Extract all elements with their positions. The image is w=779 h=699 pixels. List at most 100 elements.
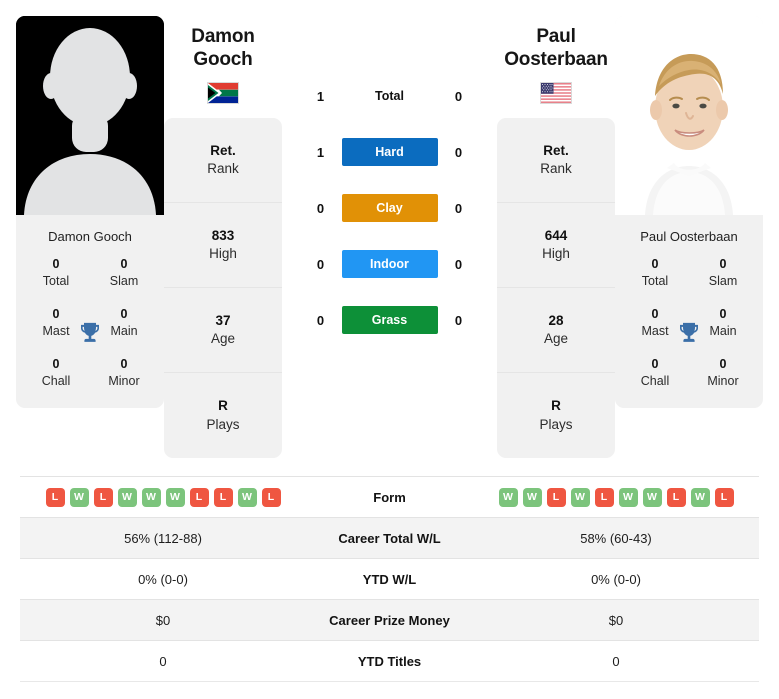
title-stat-label: Main <box>709 324 737 339</box>
surface-badge-grass[interactable]: Grass <box>341 306 438 334</box>
title-stat-value: 0 <box>120 306 128 321</box>
right-player-card[interactable]: Paul Oosterbaan 0 Total 0 Slam 0 Mast 0 … <box>615 16 763 408</box>
title-stat-value: 0 <box>120 256 128 271</box>
title-stat-slam: 0 Slam <box>90 255 158 289</box>
head-to-head-stats-table: LWLWWWLLWL Form WWLWLWWLWL 56% (112-88) … <box>20 476 759 682</box>
left-surface-wins: 1 <box>316 144 325 160</box>
form-badge-win: W <box>570 487 590 507</box>
title-stat-label: Minor <box>707 374 739 389</box>
left-value: 56% (112-88) <box>20 517 306 559</box>
title-stat-value: 0 <box>651 306 659 321</box>
right-form-cell: WWLWLWWLWL <box>473 476 759 518</box>
title-stat-value: 0 <box>651 256 659 271</box>
surface-badge-indoor[interactable]: Indoor <box>341 250 438 278</box>
form-badge-win: W <box>69 487 89 507</box>
right-surface-wins: 0 <box>454 200 463 216</box>
right-surface-wins: 0 <box>454 88 463 104</box>
title-stat-label: Mast <box>641 324 669 339</box>
surface-badge-hard-wrap: Hard <box>341 138 438 166</box>
title-stat-value: 0 <box>719 357 727 372</box>
left-form-cell: LWLWWWLLWL <box>20 476 306 518</box>
form-badge-loss: L <box>213 487 233 507</box>
left-surface-wins: 0 <box>316 200 325 216</box>
title-stat-mast: 0 Mast <box>621 305 689 339</box>
left-player-card[interactable]: Damon Gooch 0 Total 0 Slam 0 Mast 0 Main <box>16 16 164 408</box>
surface-badge-clay-wrap: Clay <box>341 194 438 222</box>
title-stat-slam: 0 Slam <box>689 255 757 289</box>
left-value: 0% (0-0) <box>20 558 306 600</box>
left-player-first-name: Damon <box>191 26 255 47</box>
surface-row-indoor: 0 Indoor 0 <box>282 236 497 292</box>
left-player-summary-column: Damon Gooch Ret. Rank 833 High 37 Age R … <box>164 16 282 458</box>
left-value: $0 <box>20 599 306 641</box>
form-badge-win: W <box>498 487 518 507</box>
left-player-name: Damon Gooch <box>164 26 282 72</box>
form-badge-win: W <box>690 487 710 507</box>
title-stat-chall: 0 Chall <box>621 355 689 389</box>
stat-label: High <box>542 246 570 262</box>
stat-label: High <box>209 246 237 262</box>
title-stat-value: 0 <box>52 256 60 271</box>
stat-value: 37 <box>215 312 231 328</box>
title-stat-label: Chall <box>41 374 71 389</box>
right-player-name: Paul Oosterbaan <box>497 26 615 72</box>
surface-badge-clay[interactable]: Clay <box>341 194 438 222</box>
title-stat-total: 0 Total <box>621 255 689 289</box>
title-stat-value: 0 <box>52 306 60 321</box>
stat-value: 28 <box>548 312 564 328</box>
form-badge-win: W <box>165 487 185 507</box>
title-stat-label: Chall <box>640 374 670 389</box>
title-stat-minor: 0 Minor <box>689 355 757 389</box>
right-player-last-name: Oosterbaan <box>504 48 608 70</box>
stat-rank: Ret. Rank <box>497 118 615 203</box>
left-surface-wins: 0 <box>316 256 325 272</box>
right-value: 0% (0-0) <box>473 558 759 600</box>
stat-label: Rank <box>207 161 239 177</box>
title-stat-label: Total <box>42 273 70 288</box>
right-form-badges: WWLWLWWLWL <box>474 487 758 507</box>
form-badge-win: W <box>522 487 542 507</box>
surface-badge-hard[interactable]: Hard <box>341 138 438 166</box>
stat-value: R <box>551 398 561 414</box>
form-badge-win: W <box>141 487 161 507</box>
form-badge-loss: L <box>189 487 209 507</box>
table-row-label: Career Total W/L <box>306 517 473 559</box>
comparison-header: Damon Gooch 0 Total 0 Slam 0 Mast 0 Main <box>0 0 779 472</box>
title-stat-value: 0 <box>120 357 128 372</box>
stat-value: 833 <box>211 227 235 243</box>
form-badge-loss: L <box>666 487 686 507</box>
table-row-label: Form <box>306 476 473 518</box>
left-surface-wins: 1 <box>316 88 325 104</box>
flag-south-africa-icon <box>207 81 239 104</box>
title-stat-mast: 0 Mast <box>22 305 90 339</box>
form-badge-win: W <box>642 487 662 507</box>
table-row-label: YTD Titles <box>306 640 473 682</box>
table-row-label: Career Prize Money <box>306 599 473 641</box>
title-stat-label: Minor <box>108 374 140 389</box>
stat-plays: R Plays <box>497 373 615 458</box>
right-player-stat-stack: Ret. Rank 644 High 28 Age R Plays <box>497 117 615 458</box>
title-stat-label: Slam <box>109 273 139 288</box>
table-row-form: LWLWWWLLWL Form WWLWLWWLWL <box>20 476 759 518</box>
right-value: 0 <box>473 640 759 682</box>
right-player-summary-column: Paul Oosterbaan Ret. Rank 644 High 28 Ag… <box>497 16 615 458</box>
right-player-photo <box>615 16 763 215</box>
surface-badge-grass-wrap: Grass <box>341 306 438 334</box>
form-badge-loss: L <box>93 487 113 507</box>
title-stat-minor: 0 Minor <box>90 355 158 389</box>
player-comparison-page: Damon Gooch 0 Total 0 Slam 0 Mast 0 Main <box>0 0 779 699</box>
form-badge-loss: L <box>594 487 614 507</box>
stat-plays: R Plays <box>164 373 282 458</box>
right-surface-wins: 0 <box>454 144 463 160</box>
title-stat-main: 0 Main <box>90 305 158 339</box>
surface-badge-indoor-wrap: Indoor <box>341 250 438 278</box>
title-stat-label: Mast <box>42 324 70 339</box>
table-row-ytd-titles: 0 YTD Titles 0 <box>20 640 759 682</box>
stat-high: 644 High <box>497 203 615 288</box>
right-value: 58% (60-43) <box>473 517 759 559</box>
surface-label-total: Total <box>375 89 404 103</box>
left-player-card-name: Damon Gooch <box>48 229 132 244</box>
left-player-photo <box>16 16 164 215</box>
stat-label: Rank <box>540 161 572 177</box>
left-surface-wins: 0 <box>316 312 325 328</box>
